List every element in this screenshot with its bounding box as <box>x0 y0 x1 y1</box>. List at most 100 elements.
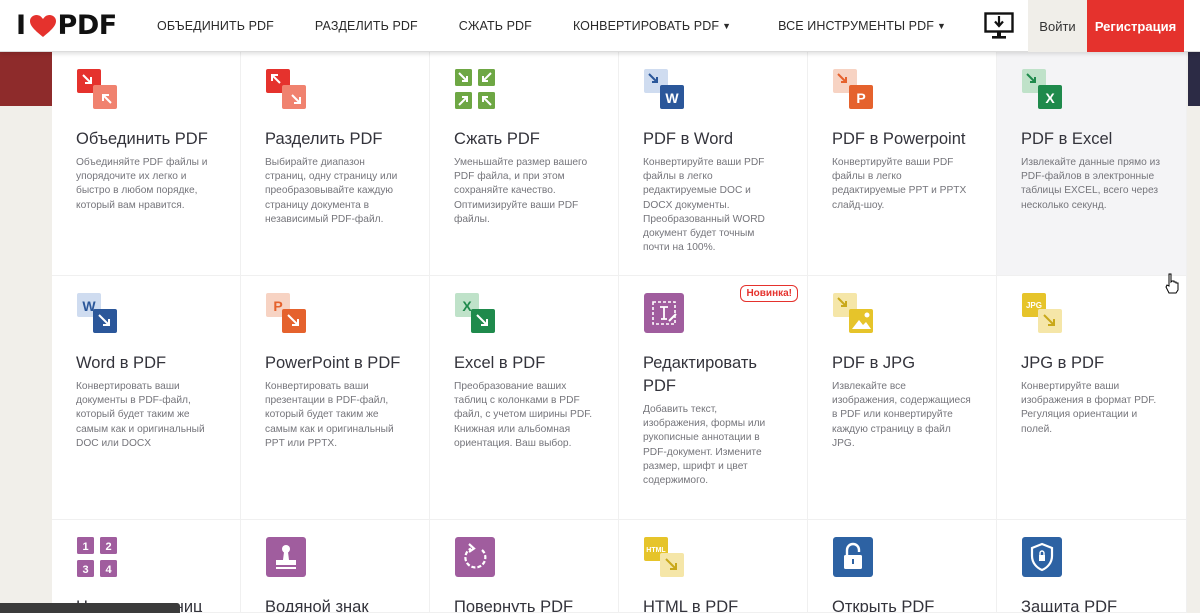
tool-card-merge-pdf[interactable]: Объединить PDF Объединяйте PDF файлы и у… <box>52 52 241 276</box>
jpg-to-pdf-icon: JPG <box>1022 293 1062 333</box>
tool-title: PDF в Excel <box>1021 130 1113 148</box>
tool-card-rotate-pdf[interactable]: Повернуть PDF <box>430 520 619 613</box>
digit-1: 1 <box>82 541 88 553</box>
tool-description: Конвертируйте ваши изображения в формат … <box>1021 381 1157 435</box>
tool-card-watermark[interactable]: Водяной знак <box>241 520 430 613</box>
tool-card-word-to-pdf[interactable]: W Word в PDF Конвертировать ваши докумен… <box>52 276 241 520</box>
tool-description: Конвертировать ваши документы в PDF-файл… <box>76 381 205 449</box>
new-badge: Новинка! <box>740 285 798 302</box>
pdf-to-word-icon: W <box>644 69 684 109</box>
tool-description: Извлекайте данные прямо из PDF-файлов в … <box>1021 157 1160 211</box>
icon-letter: W <box>665 90 679 106</box>
tool-card-excel-to-pdf[interactable]: X Excel в PDF Преобразование ваших табли… <box>430 276 619 520</box>
tool-card-split-pdf[interactable]: Разделить PDF Выбирайте диапазон страниц… <box>241 52 430 276</box>
tools-grid: Объединить PDF Объединяйте PDF файлы и у… <box>52 52 1187 613</box>
top-header: I PDF ОБЪЕДИНИТЬ PDF РАЗДЕЛИТЬ PDF СЖАТЬ… <box>0 0 1200 52</box>
tool-card-powerpoint-to-pdf[interactable]: P PowerPoint в PDF Конвертировать ваши п… <box>241 276 430 520</box>
tool-card-page-numbers[interactable]: 1 2 3 4 Номера страниц <box>52 520 241 613</box>
tool-description: Преобразование ваших таблиц с колонками … <box>454 381 593 449</box>
page-numbers-icon: 1 2 3 4 <box>77 537 117 577</box>
tool-title: Повернуть PDF <box>454 598 574 613</box>
tool-card-jpg-to-pdf[interactable]: JPG JPG в PDF Конвертируйте ваши изображ… <box>997 276 1187 520</box>
nav-convert-pdf[interactable]: КОНВЕРТИРОВАТЬ PDF ▼ <box>573 0 731 52</box>
tool-title: HTML в PDF <box>643 598 739 613</box>
login-button[interactable]: Войти <box>1028 0 1087 52</box>
tool-card-pdf-to-word[interactable]: W PDF в Word Конвертируйте ваши PDF файл… <box>619 52 808 276</box>
split-icon <box>266 69 306 109</box>
background-band-left <box>0 50 52 106</box>
logo-suffix: PDF <box>57 10 118 41</box>
hand-cursor-icon <box>1165 273 1179 294</box>
unlock-icon <box>833 537 873 577</box>
tool-card-pdf-to-jpg[interactable]: PDF в JPG Извлекайте все изображения, со… <box>808 276 997 520</box>
html-to-pdf-icon: HTML <box>644 537 684 577</box>
icon-letter: HTML <box>646 547 666 554</box>
pdf-to-jpg-icon <box>833 293 873 333</box>
powerpoint-to-pdf-icon: P <box>266 293 306 333</box>
digit-2: 2 <box>105 541 111 553</box>
tool-card-protect-pdf[interactable]: Защита PDF <box>997 520 1187 613</box>
tool-title: Водяной знак <box>265 598 369 613</box>
nav-label: КОНВЕРТИРОВАТЬ PDF <box>572 18 720 33</box>
tool-title: PDF в Powerpoint <box>832 130 966 148</box>
heart-icon <box>29 14 56 37</box>
compress-icon <box>455 69 495 109</box>
nav-compress-pdf[interactable]: СЖАТЬ PDF <box>459 0 532 52</box>
tool-card-unlock-pdf[interactable]: Открыть PDF <box>808 520 997 613</box>
tool-card-compress-pdf[interactable]: Сжать PDF Уменьшайте размер вашего PDF ф… <box>430 52 619 276</box>
tool-description: Добавить текст, изображения, формы или р… <box>643 404 766 487</box>
nav-label: СЖАТЬ PDF <box>458 18 532 33</box>
tool-card-html-to-pdf[interactable]: HTML HTML в PDF <box>619 520 808 613</box>
ilovepdf-logo[interactable]: I PDF <box>16 10 144 41</box>
signup-button[interactable]: Регистрация <box>1087 0 1184 52</box>
rotate-icon <box>455 537 495 577</box>
tool-card-pdf-to-powerpoint[interactable]: P PDF в Powerpoint Конвертируйте ваши PD… <box>808 52 997 276</box>
tool-title: PowerPoint в PDF <box>265 354 401 372</box>
icon-letter: X <box>462 298 472 314</box>
icon-letter: P <box>273 298 282 314</box>
digit-4: 4 <box>105 564 112 576</box>
desktop-download-icon[interactable] <box>984 12 1014 40</box>
tool-title: Excel в PDF <box>454 354 546 372</box>
digit-3: 3 <box>82 564 88 576</box>
tool-description: Конвертируйте ваши PDF файлы в легко ред… <box>832 157 967 211</box>
tool-description: Конвертировать ваши презентации в PDF-фа… <box>265 381 394 449</box>
tool-title: Объединить PDF <box>76 130 208 148</box>
pdf-to-powerpoint-icon: P <box>833 69 873 109</box>
tool-title: PDF в Word <box>643 130 734 148</box>
watermark-icon <box>266 537 306 577</box>
tool-title: Сжать PDF <box>454 130 540 148</box>
nav-label: ОБЪЕДИНИТЬ PDF <box>157 18 274 33</box>
tool-title: Разделить PDF <box>265 130 383 148</box>
background-band-right <box>1188 50 1200 106</box>
tool-description: Конвертируйте ваши PDF файлы в легко ред… <box>643 157 765 254</box>
excel-to-pdf-icon: X <box>455 293 495 333</box>
tool-title: Word в PDF <box>76 354 167 372</box>
nav-split-pdf[interactable]: РАЗДЕЛИТЬ PDF <box>315 0 418 52</box>
main-nav: ОБЪЕДИНИТЬ PDF РАЗДЕЛИТЬ PDF СЖАТЬ PDF К… <box>144 0 946 52</box>
icon-letter: JPG <box>1026 301 1042 310</box>
browser-status-bar <box>0 603 180 613</box>
icon-letter: X <box>1045 90 1055 106</box>
nav-all-tools[interactable]: ВСЕ ИНСТРУМЕНТЫ PDF ▼ <box>778 0 946 52</box>
tool-title: Редактировать PDF <box>643 354 757 395</box>
tool-card-edit-pdf[interactable]: Новинка! Редактировать PDF Добавить текс… <box>619 276 808 520</box>
merge-icon <box>77 69 117 109</box>
word-to-pdf-icon: W <box>77 293 117 333</box>
tool-card-pdf-to-excel[interactable]: X PDF в Excel Извлекайте данные прямо из… <box>997 52 1187 276</box>
tool-title: JPG в PDF <box>1021 354 1105 372</box>
icon-letter: P <box>856 90 865 106</box>
nav-merge-pdf[interactable]: ОБЪЕДИНИТЬ PDF <box>157 0 274 52</box>
caret-down-icon: ▼ <box>936 20 946 31</box>
logo-prefix: I <box>16 10 26 41</box>
tool-title: PDF в JPG <box>832 354 916 372</box>
nav-label: РАЗДЕЛИТЬ PDF <box>314 18 418 33</box>
caret-down-icon: ▼ <box>722 20 732 31</box>
edit-pdf-icon <box>644 293 684 333</box>
tool-description: Извлекайте все изображения, содержащиеся… <box>832 381 971 449</box>
tool-description: Уменьшайте размер вашего PDF файла, и пр… <box>454 157 588 225</box>
tool-title: Открыть PDF <box>832 598 935 613</box>
tool-title: Защита PDF <box>1021 598 1118 613</box>
tool-description: Выбирайте диапазон страниц, одну страниц… <box>265 157 398 225</box>
tool-description: Объединяйте PDF файлы и упорядочите их л… <box>76 157 208 211</box>
